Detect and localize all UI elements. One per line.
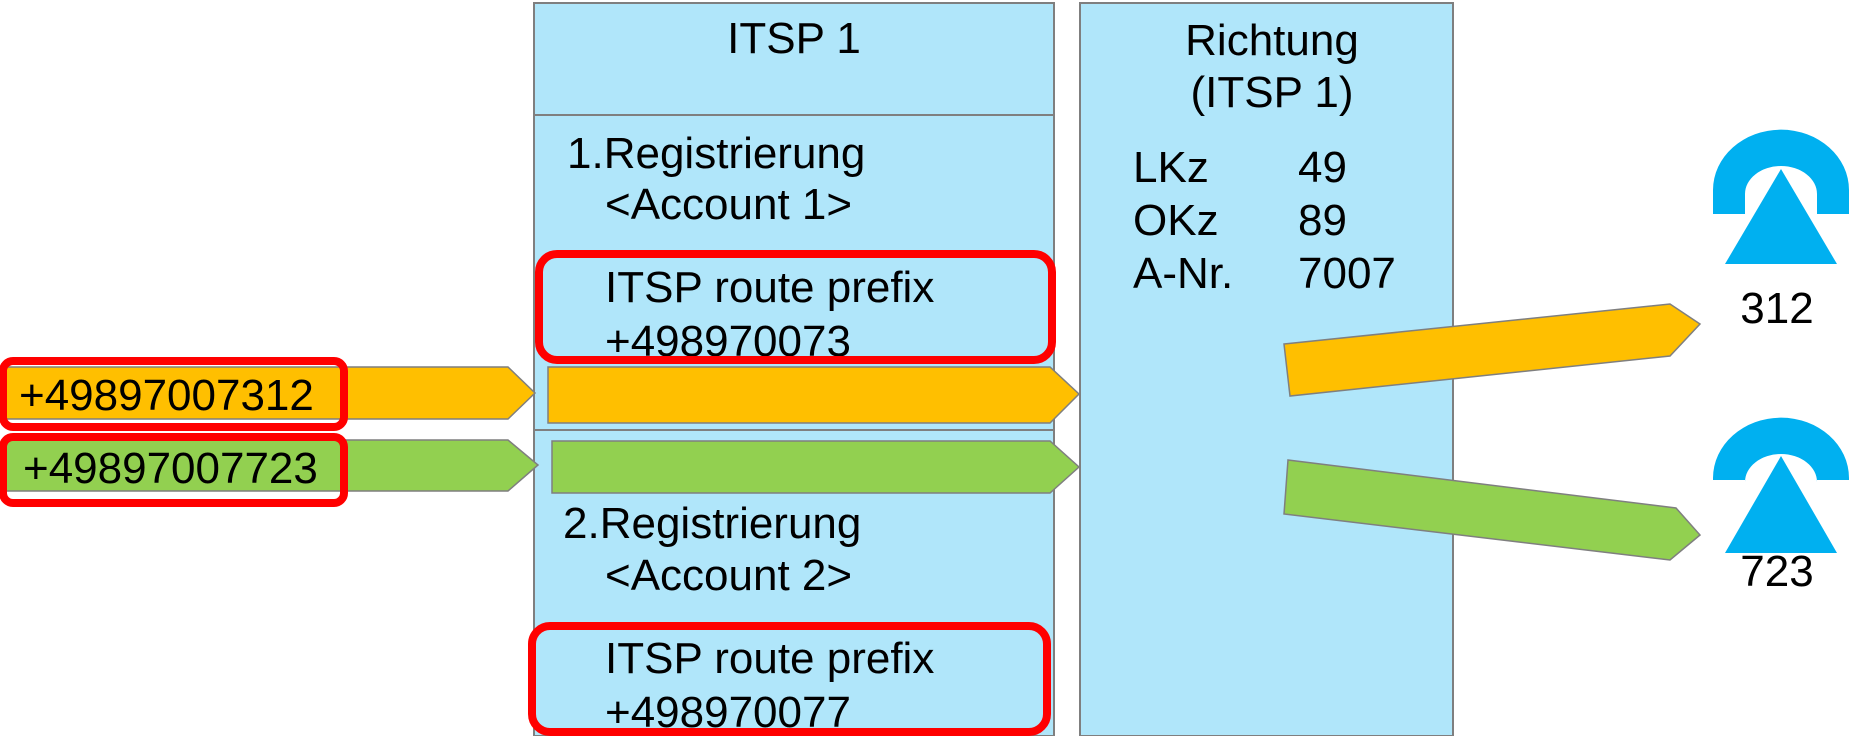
direction-value-anr: 7007 [1298,249,1396,298]
itsp-arrow-312 [547,366,1081,424]
direction-key-lkz: LKz [1133,143,1209,192]
direction-title-line1: Richtung [1185,16,1359,65]
prefix1-label: ITSP route prefix [605,263,934,312]
registration2-line1: 2.Registrierung [563,499,861,548]
itsp-title: ITSP 1 [727,14,861,63]
direction-key-okz: OKz [1133,196,1219,245]
direction-key-anr: A-Nr. [1133,249,1233,298]
telephone-icon [1713,129,1849,264]
telephone-icon [1713,417,1849,553]
registration2-line2: <Account 2> [605,551,852,600]
direction-value-okz: 89 [1298,196,1347,245]
registration1-line1: 1.Registrierung [567,129,865,178]
direction-value-lkz: 49 [1298,143,1347,192]
direction-title-line2: (ITSP 1) [1190,68,1353,117]
extension-number-723: 723 [1740,547,1813,596]
itsp-arrow-723 [551,440,1081,494]
extension-number-312: 312 [1740,284,1813,333]
prefix2-label: ITSP route prefix [605,634,934,683]
incoming-number-312: +49897007312 [19,371,314,420]
registration1-line2: <Account 1> [605,180,852,229]
incoming-number-723: +49897007723 [23,444,318,493]
